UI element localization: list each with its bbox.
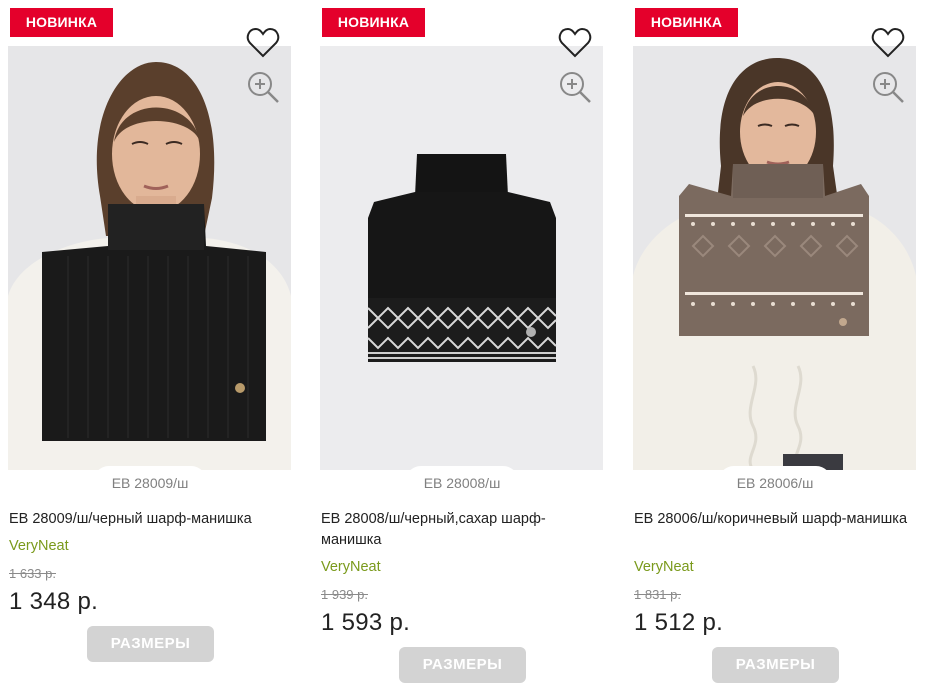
old-price: 1 831 р. (634, 587, 681, 602)
sizes-button[interactable]: РАЗМЕРЫ (712, 647, 839, 683)
heart-outline-icon[interactable] (246, 27, 280, 59)
new-badge: НОВИНКА (10, 8, 113, 37)
zoom-in-icon[interactable] (246, 70, 280, 104)
product-photo[interactable] (633, 46, 916, 470)
product-title[interactable]: EB 28009/ш/черный шарф-манишка (9, 509, 294, 530)
product-brand[interactable]: VeryNeat (321, 559, 381, 575)
new-badge: НОВИНКА (635, 8, 738, 37)
article-number: EB 28006/ш (718, 466, 832, 498)
new-badge: НОВИНКА (322, 8, 425, 37)
heart-outline-icon[interactable] (558, 27, 592, 59)
sizes-button[interactable]: РАЗМЕРЫ (87, 626, 214, 662)
product-photo[interactable] (320, 46, 603, 470)
product-card[interactable]: НОВИНКА (8, 0, 298, 697)
current-price: 1 512 р. (634, 609, 724, 636)
current-price: 1 593 р. (321, 609, 411, 636)
old-price: 1 939 р. (321, 587, 368, 602)
product-title[interactable]: EB 28006/ш/коричневый шарф-манишка (634, 509, 919, 530)
product-brand[interactable]: VeryNeat (634, 559, 694, 575)
product-brand[interactable]: VeryNeat (9, 538, 69, 554)
product-card[interactable]: НОВИНКА EB 28008/ш EB 28008/ш/черный,сах… (320, 0, 610, 697)
heart-outline-icon[interactable] (871, 27, 905, 59)
zoom-in-icon[interactable] (558, 70, 592, 104)
product-title[interactable]: EB 28008/ш/черный,сахар шарф-манишка (321, 509, 606, 551)
sizes-button[interactable]: РАЗМЕРЫ (399, 647, 526, 683)
zoom-in-icon[interactable] (871, 70, 905, 104)
current-price: 1 348 р. (9, 588, 99, 615)
article-number: EB 28009/ш (93, 466, 207, 498)
product-photo[interactable] (8, 46, 291, 470)
old-price: 1 633 р. (9, 566, 56, 581)
article-number: EB 28008/ш (405, 466, 519, 498)
product-card[interactable]: НОВИНКА (633, 0, 923, 697)
